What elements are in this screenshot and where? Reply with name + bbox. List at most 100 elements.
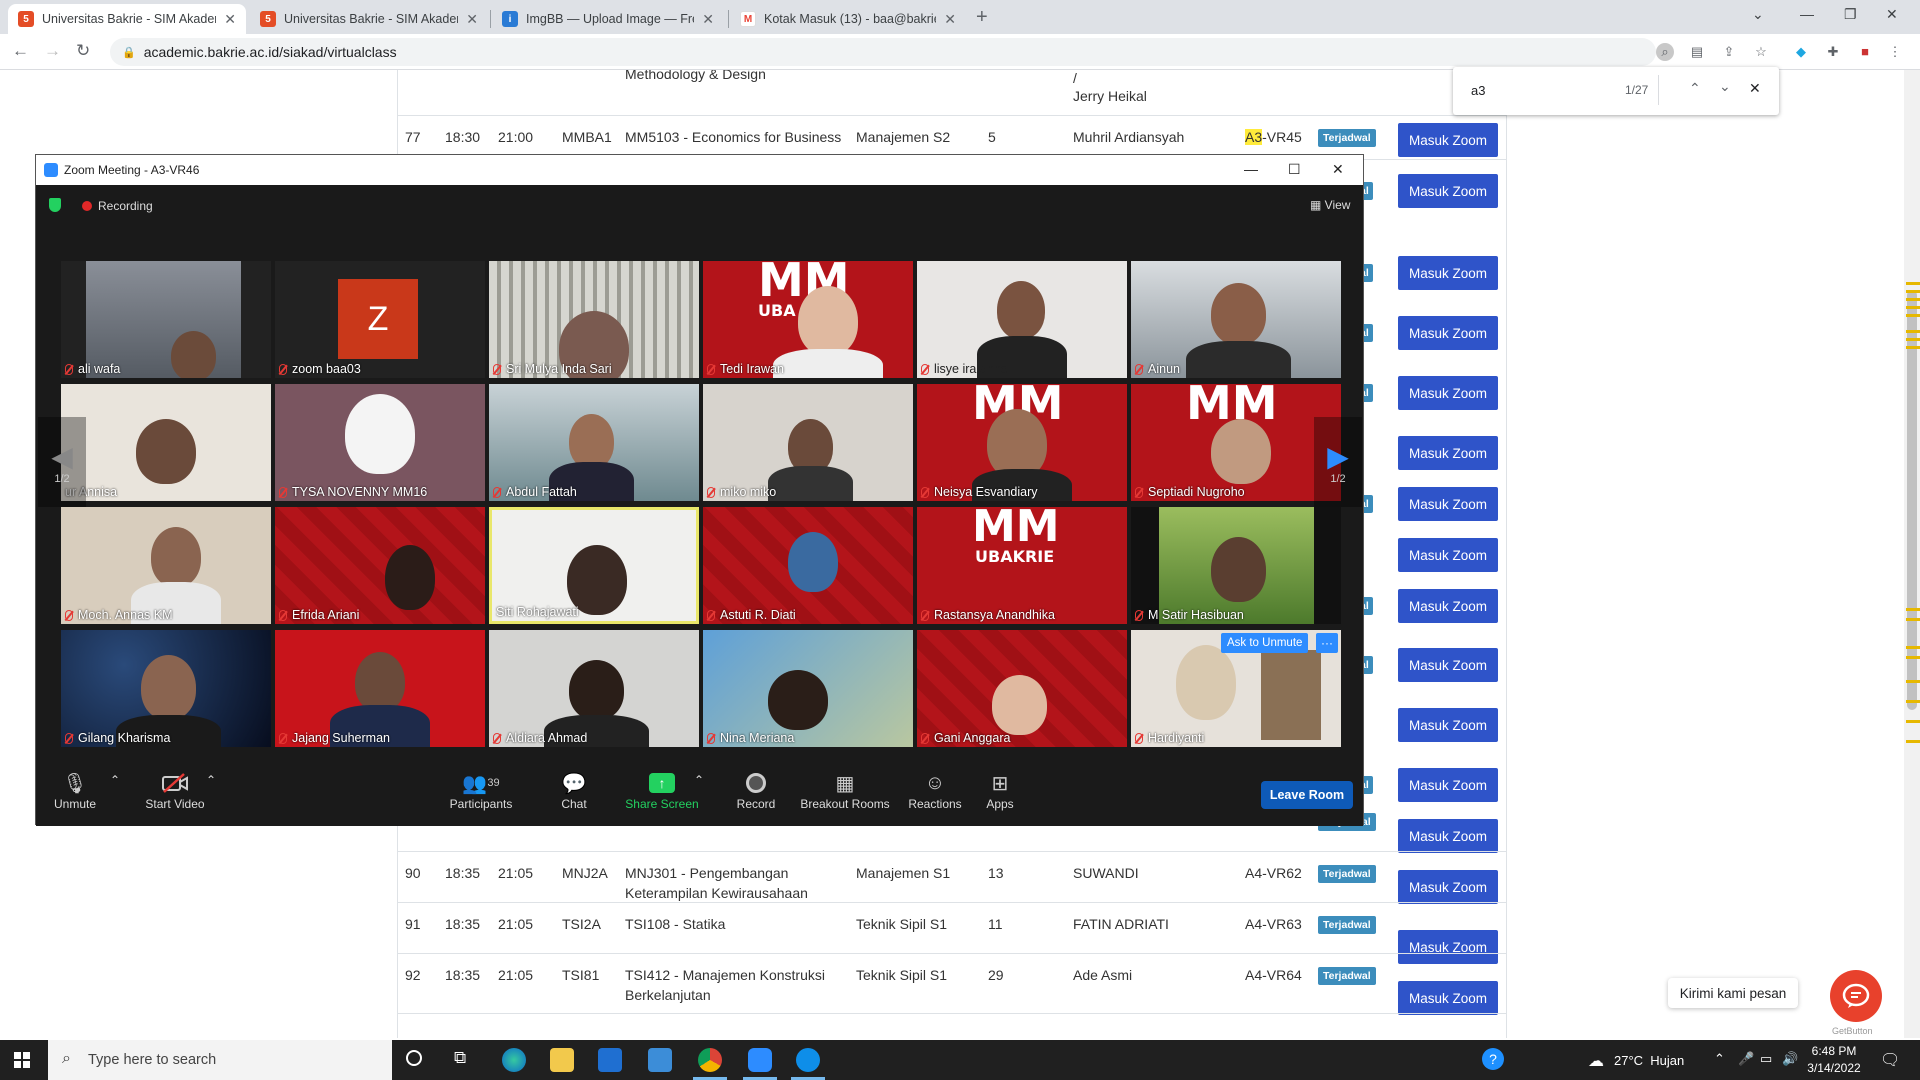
chrome-icon[interactable] — [698, 1048, 722, 1072]
view-button[interactable]: ▦ View — [1310, 198, 1350, 212]
page-scrollbar[interactable] — [1904, 70, 1920, 1038]
clock-time[interactable]: 6:48 PM — [1806, 1044, 1862, 1058]
zoom-close-icon[interactable]: ✕ — [1332, 161, 1344, 178]
masuk-zoom-button[interactable]: Masuk Zoom — [1398, 487, 1498, 521]
apps-button[interactable]: ⊞ Apps — [980, 769, 1020, 812]
close-tab-icon[interactable]: ✕ — [944, 11, 956, 28]
start-video-button[interactable]: Start Video — [140, 769, 210, 811]
mail-icon[interactable] — [648, 1048, 672, 1072]
microphone-icon[interactable]: 🎤 — [1738, 1051, 1754, 1067]
weather-text[interactable]: 27°C Hujan — [1614, 1053, 1684, 1068]
participants-button[interactable]: 👥 39 Participants — [436, 769, 526, 812]
chat-prompt-bubble[interactable]: Kirimi kami pesan — [1668, 978, 1798, 1008]
windows-start-icon[interactable] — [14, 1052, 30, 1068]
cortana-icon[interactable] — [406, 1050, 422, 1066]
microsoft-store-icon[interactable] — [598, 1048, 622, 1072]
more-options-button[interactable]: ··· — [1316, 633, 1338, 653]
close-tab-icon[interactable]: ✕ — [466, 11, 478, 28]
participant-tile[interactable]: Moch. Annas KM — [61, 507, 271, 624]
new-tab-icon[interactable]: + — [976, 6, 988, 29]
restore-icon[interactable]: ❐ — [1844, 6, 1857, 23]
minimize-icon[interactable]: — — [1800, 6, 1814, 22]
file-explorer-icon[interactable] — [550, 1048, 574, 1072]
gallery-previous-button[interactable]: ◀ 1/2 — [38, 417, 86, 507]
gallery-next-button[interactable]: ▶ 1/2 — [1314, 417, 1362, 507]
edge-icon[interactable] — [502, 1048, 526, 1072]
tab-gmail[interactable]: M Kotak Masuk (13) - baa@bakrie.a ✕ — [730, 4, 966, 34]
participant-tile[interactable]: MM UBA Tedi Irawan — [703, 261, 913, 378]
masuk-zoom-button[interactable]: Masuk Zoom — [1398, 174, 1498, 208]
ask-to-unmute-button[interactable]: Ask to Unmute — [1221, 633, 1309, 653]
participant-tile[interactable]: lisye ira anne — [917, 261, 1127, 378]
masuk-zoom-button[interactable]: Masuk Zoom — [1398, 256, 1498, 290]
tab-siakad-2[interactable]: 5 Universitas Bakrie - SIM Akadem ✕ — [250, 4, 488, 34]
participant-tile[interactable]: miko miko — [703, 384, 913, 501]
participant-tile[interactable]: Efrida Ariani — [275, 507, 485, 624]
participant-tile[interactable]: Gani Anggara — [917, 630, 1127, 747]
close-tab-icon[interactable]: ✕ — [702, 11, 714, 28]
find-close-icon[interactable]: ✕ — [1749, 80, 1761, 97]
close-window-icon[interactable]: ✕ — [1886, 6, 1898, 23]
help-icon[interactable]: ? — [1482, 1048, 1504, 1070]
zoom-maximize-icon[interactable]: ☐ — [1288, 161, 1301, 178]
participant-tile[interactable]: Nina Meriana — [703, 630, 913, 747]
share-icon[interactable]: ⇪ — [1720, 43, 1738, 61]
find-next-icon[interactable]: ⌄ — [1719, 78, 1731, 95]
recording-indicator[interactable]: Recording — [82, 199, 153, 213]
participant-tile[interactable]: Aldiara Ahmad — [489, 630, 699, 747]
participant-tile[interactable]: ali wafa — [61, 261, 271, 378]
address-bar[interactable]: 🔒 academic.bakrie.ac.id/siakad/virtualcl… — [110, 38, 1656, 66]
participant-tile[interactable]: M Satir Hasibuan — [1131, 507, 1341, 624]
back-icon[interactable]: ← — [12, 41, 29, 61]
participant-tile[interactable]: ur Annisa — [61, 384, 271, 501]
notifications-icon[interactable]: 🗨 — [1880, 1050, 1900, 1070]
reactions-button[interactable]: ☺ Reactions — [902, 769, 968, 812]
video-options-chevron-icon[interactable]: ⌃ — [206, 773, 216, 787]
participant-tile[interactable]: MM Septiadi Nugroho — [1131, 384, 1341, 501]
masuk-zoom-button[interactable]: Masuk Zoom — [1398, 589, 1498, 623]
reload-icon[interactable]: ↻ — [76, 41, 90, 61]
participant-tile[interactable]: MM UBAKRIE Rastansya Anandhika — [917, 507, 1127, 624]
masuk-zoom-button[interactable]: Masuk Zoom — [1398, 376, 1498, 410]
menu-kebab-icon[interactable]: ⋮ — [1886, 43, 1904, 61]
participant-tile[interactable]: Gilang Kharisma — [61, 630, 271, 747]
bookmark-star-icon[interactable]: ☆ — [1752, 43, 1770, 61]
forward-icon[interactable]: → — [44, 41, 61, 61]
share-screen-button[interactable]: ↑ Share Screen — [620, 769, 704, 811]
masuk-zoom-button[interactable]: Masuk Zoom — [1398, 436, 1498, 470]
audio-options-chevron-icon[interactable]: ⌃ — [110, 773, 120, 787]
participant-tile[interactable]: MM Neisya Esvandiary — [917, 384, 1127, 501]
extensions-puzzle-icon[interactable]: ✚ — [1824, 43, 1842, 61]
tray-chevron-icon[interactable]: ⌃ — [1714, 1051, 1725, 1067]
close-tab-icon[interactable]: ✕ — [224, 11, 236, 28]
extension-red-icon[interactable]: ■ — [1856, 43, 1874, 61]
participant-tile[interactable]: Z zoom baa03 — [275, 261, 485, 378]
find-previous-icon[interactable]: ⌃ — [1689, 80, 1701, 97]
masuk-zoom-button[interactable]: Masuk Zoom — [1398, 123, 1498, 157]
record-button[interactable]: Record — [726, 769, 786, 811]
masuk-zoom-button[interactable]: Masuk Zoom — [1398, 648, 1498, 682]
unmute-button[interactable]: 🎙 Unmute — [50, 769, 100, 812]
leave-room-button[interactable]: Leave Room — [1261, 781, 1353, 809]
masuk-zoom-button[interactable]: Masuk Zoom — [1398, 768, 1498, 802]
translate-icon[interactable]: ▤ — [1688, 43, 1706, 61]
participant-tile[interactable]: Astuti R. Diati — [703, 507, 913, 624]
tab-siakad-1[interactable]: 5 Universitas Bakrie - SIM Akadem ✕ — [8, 4, 246, 34]
masuk-zoom-button[interactable]: Masuk Zoom — [1398, 316, 1498, 350]
zoom-minimize-icon[interactable]: — — [1244, 161, 1258, 177]
page-search-icon[interactable]: ⌕ — [1656, 43, 1674, 61]
participant-tile[interactable]: Abdul Fattah — [489, 384, 699, 501]
participant-tile-active-speaker[interactable]: Siti Rohajawati — [489, 507, 699, 624]
chat-widget-button[interactable] — [1830, 970, 1882, 1022]
masuk-zoom-button[interactable]: Masuk Zoom — [1398, 538, 1498, 572]
find-input[interactable]: a3 — [1471, 83, 1485, 98]
participant-tile[interactable]: Sri Mulya Inda Sari — [489, 261, 699, 378]
teamviewer-icon[interactable] — [796, 1048, 820, 1072]
clock-date[interactable]: 3/14/2022 — [1806, 1061, 1862, 1075]
taskbar-search-box[interactable]: ⌕ Type here to search — [48, 1040, 392, 1080]
task-view-icon[interactable]: ⧉ — [454, 1048, 466, 1068]
zoom-icon[interactable] — [748, 1048, 772, 1072]
masuk-zoom-button[interactable]: Masuk Zoom — [1398, 708, 1498, 742]
encryption-shield-icon[interactable] — [49, 198, 61, 212]
participant-tile[interactable]: TYSA NOVENNY MM16 — [275, 384, 485, 501]
